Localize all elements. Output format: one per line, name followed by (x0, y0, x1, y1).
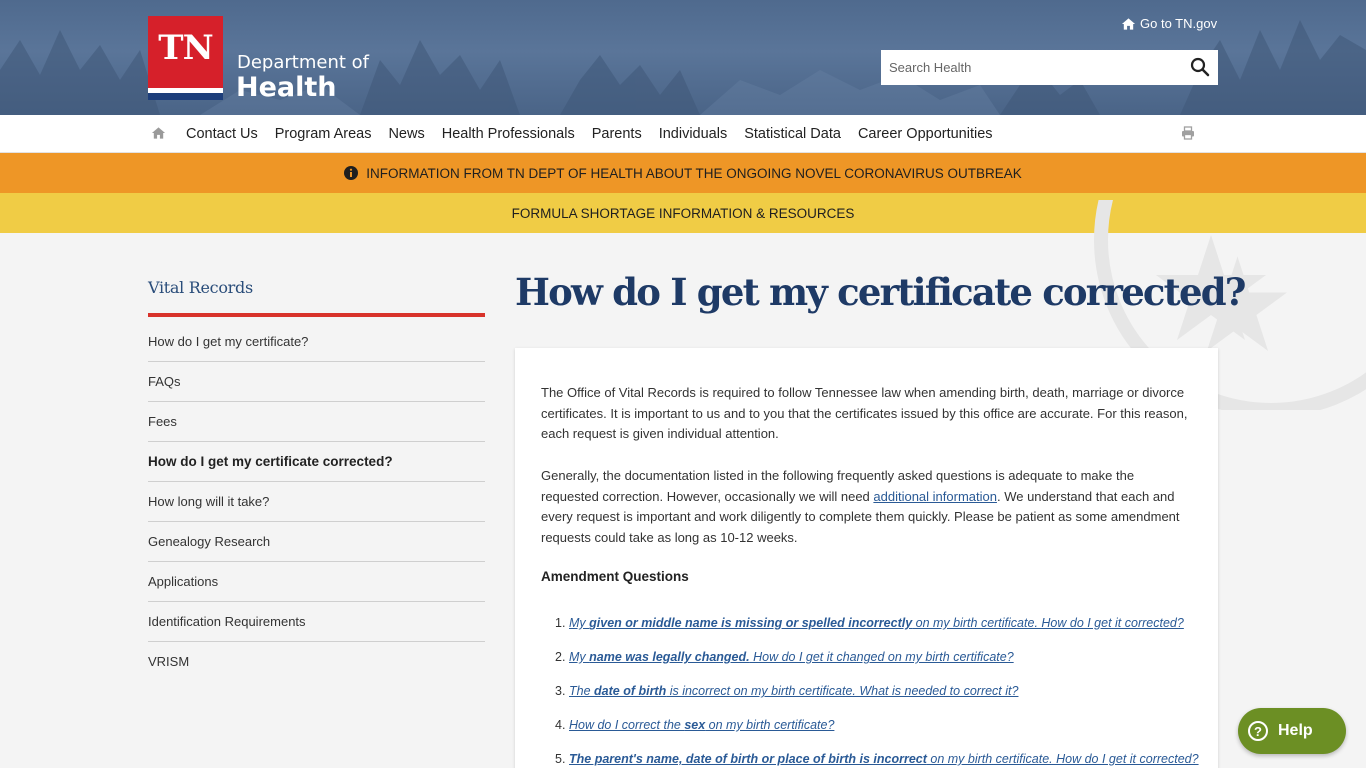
sidebar-item-genealogy-research[interactable]: Genealogy Research (148, 522, 485, 562)
logo-text: TN (158, 28, 213, 68)
sidebar-item-vrism[interactable]: VRISM (148, 642, 485, 682)
list-number: 3. (555, 684, 566, 698)
logo-blue-stripe (148, 93, 223, 100)
sidebar-item-certificate-corrected[interactable]: How do I get my certificate corrected? (148, 442, 485, 482)
question-pre: How do I correct the (569, 718, 685, 732)
nav-item-contact-us[interactable]: Contact Us (186, 126, 258, 142)
question-bold: name was legally changed. (589, 650, 750, 664)
question-post: on my birth certificate. How do I get it… (912, 616, 1184, 630)
content-card: The Office of Vital Records is required … (515, 348, 1218, 768)
question-link-parent-info[interactable]: The parent's name, date of birth or plac… (569, 752, 1199, 766)
question-pre: My (569, 650, 590, 664)
question-pre: The (569, 684, 595, 698)
search-icon[interactable] (1190, 57, 1210, 77)
tn-logo[interactable]: TN (148, 16, 223, 100)
nav-item-program-areas[interactable]: Program Areas (275, 126, 372, 142)
sidebar-item-get-certificate[interactable]: How do I get my certificate? (148, 322, 485, 362)
covid-info-banner[interactable]: INFORMATION FROM TN DEPT OF HEALTH ABOUT… (0, 153, 1366, 193)
department-name[interactable]: Health (236, 72, 337, 103)
question-post: is incorrect on my birth certificate. Wh… (666, 684, 1019, 698)
question-link-date-of-birth[interactable]: The date of birth is incorrect on my bir… (569, 684, 1018, 698)
nav-item-parents[interactable]: Parents (592, 126, 642, 142)
nav-item-news[interactable]: News (388, 126, 424, 142)
question-link-name-changed[interactable]: My name was legally changed. How do I ge… (569, 650, 1014, 664)
question-mark-icon: ? (1248, 721, 1268, 741)
question-link-name-missing[interactable]: My given or middle name is missing or sp… (569, 616, 1184, 630)
info-icon (344, 166, 359, 180)
question-pre: My (569, 616, 590, 630)
search-input[interactable] (881, 50, 1176, 85)
covid-banner-text: INFORMATION FROM TN DEPT OF HEALTH ABOUT… (366, 165, 1022, 181)
nav-item-individuals[interactable]: Individuals (659, 126, 728, 142)
intro-paragraph: The Office of Vital Records is required … (541, 385, 1188, 442)
site-header: TN Department of Health Go to TN.gov (0, 0, 1366, 115)
documentation-paragraph: Generally, the documentation listed in t… (541, 466, 1191, 549)
help-button[interactable]: ? Help (1238, 708, 1346, 754)
amendment-questions-heading: Amendment Questions (541, 569, 689, 584)
go-to-tn-gov-text: Go to TN.gov (1140, 16, 1218, 31)
list-number: 1. (555, 616, 566, 630)
question-bold: given or middle name is missing or spell… (589, 616, 913, 630)
question-link-sex[interactable]: How do I correct the sex on my birth cer… (569, 718, 834, 732)
amendment-questions-list: 1. My given or middle name is missing or … (555, 616, 1205, 768)
sidebar-item-fees[interactable]: Fees (148, 402, 485, 442)
sidebar-divider (148, 313, 485, 317)
list-number: 2. (555, 650, 566, 664)
sidebar-item-faqs[interactable]: FAQs (148, 362, 485, 402)
nav-item-career-opportunities[interactable]: Career Opportunities (858, 126, 993, 142)
question-post: on my birth certificate. How do I get it… (926, 752, 1199, 766)
nav-item-statistical-data[interactable]: Statistical Data (744, 126, 841, 142)
sidebar-title[interactable]: Vital Records (148, 278, 253, 297)
additional-information-link[interactable]: additional information (873, 489, 997, 504)
question-bold: date of birth (594, 684, 667, 698)
list-item: 3. The date of birth is incorrect on my b… (555, 684, 1205, 718)
sidebar-item-identification-requirements[interactable]: Identification Requirements (148, 602, 485, 642)
home-icon[interactable] (151, 126, 166, 140)
list-item: 5. The parent's name, date of birth or pl… (555, 752, 1205, 768)
sidebar-item-applications[interactable]: Applications (148, 562, 485, 602)
list-item: 4. How do I correct the sex on my birth c… (555, 718, 1205, 752)
go-to-tn-gov-link[interactable]: Go to TN.gov (1121, 16, 1217, 31)
department-label[interactable]: Department of (237, 52, 369, 73)
print-icon[interactable] (1181, 126, 1195, 140)
page-title: How do I get my certificate corrected? (515, 270, 1246, 314)
search-box (881, 50, 1218, 85)
list-number: 5. (555, 752, 566, 766)
sidebar-item-how-long[interactable]: How long will it take? (148, 482, 485, 522)
list-number: 4. (555, 718, 566, 732)
main-navigation: Contact Us Program Areas News Health Pro… (0, 115, 1366, 153)
sidebar-menu: How do I get my certificate? FAQs Fees H… (148, 322, 485, 682)
question-post: on my birth certificate? (705, 718, 835, 732)
formula-banner-text: FORMULA SHORTAGE INFORMATION & RESOURCES (511, 205, 855, 221)
question-bold: The parent's name, date of birth or plac… (569, 752, 927, 766)
nav-item-health-professionals[interactable]: Health Professionals (442, 126, 575, 142)
list-item: 1. My given or middle name is missing or … (555, 616, 1205, 650)
question-post: How do I get it changed on my birth cert… (749, 650, 1014, 664)
help-label: Help (1278, 722, 1313, 739)
nav-menu: Contact Us Program Areas News Health Pro… (186, 115, 1010, 153)
question-bold: sex (684, 718, 706, 732)
list-item: 2. My name was legally changed. How do I … (555, 650, 1205, 684)
home-icon (1121, 17, 1136, 30)
